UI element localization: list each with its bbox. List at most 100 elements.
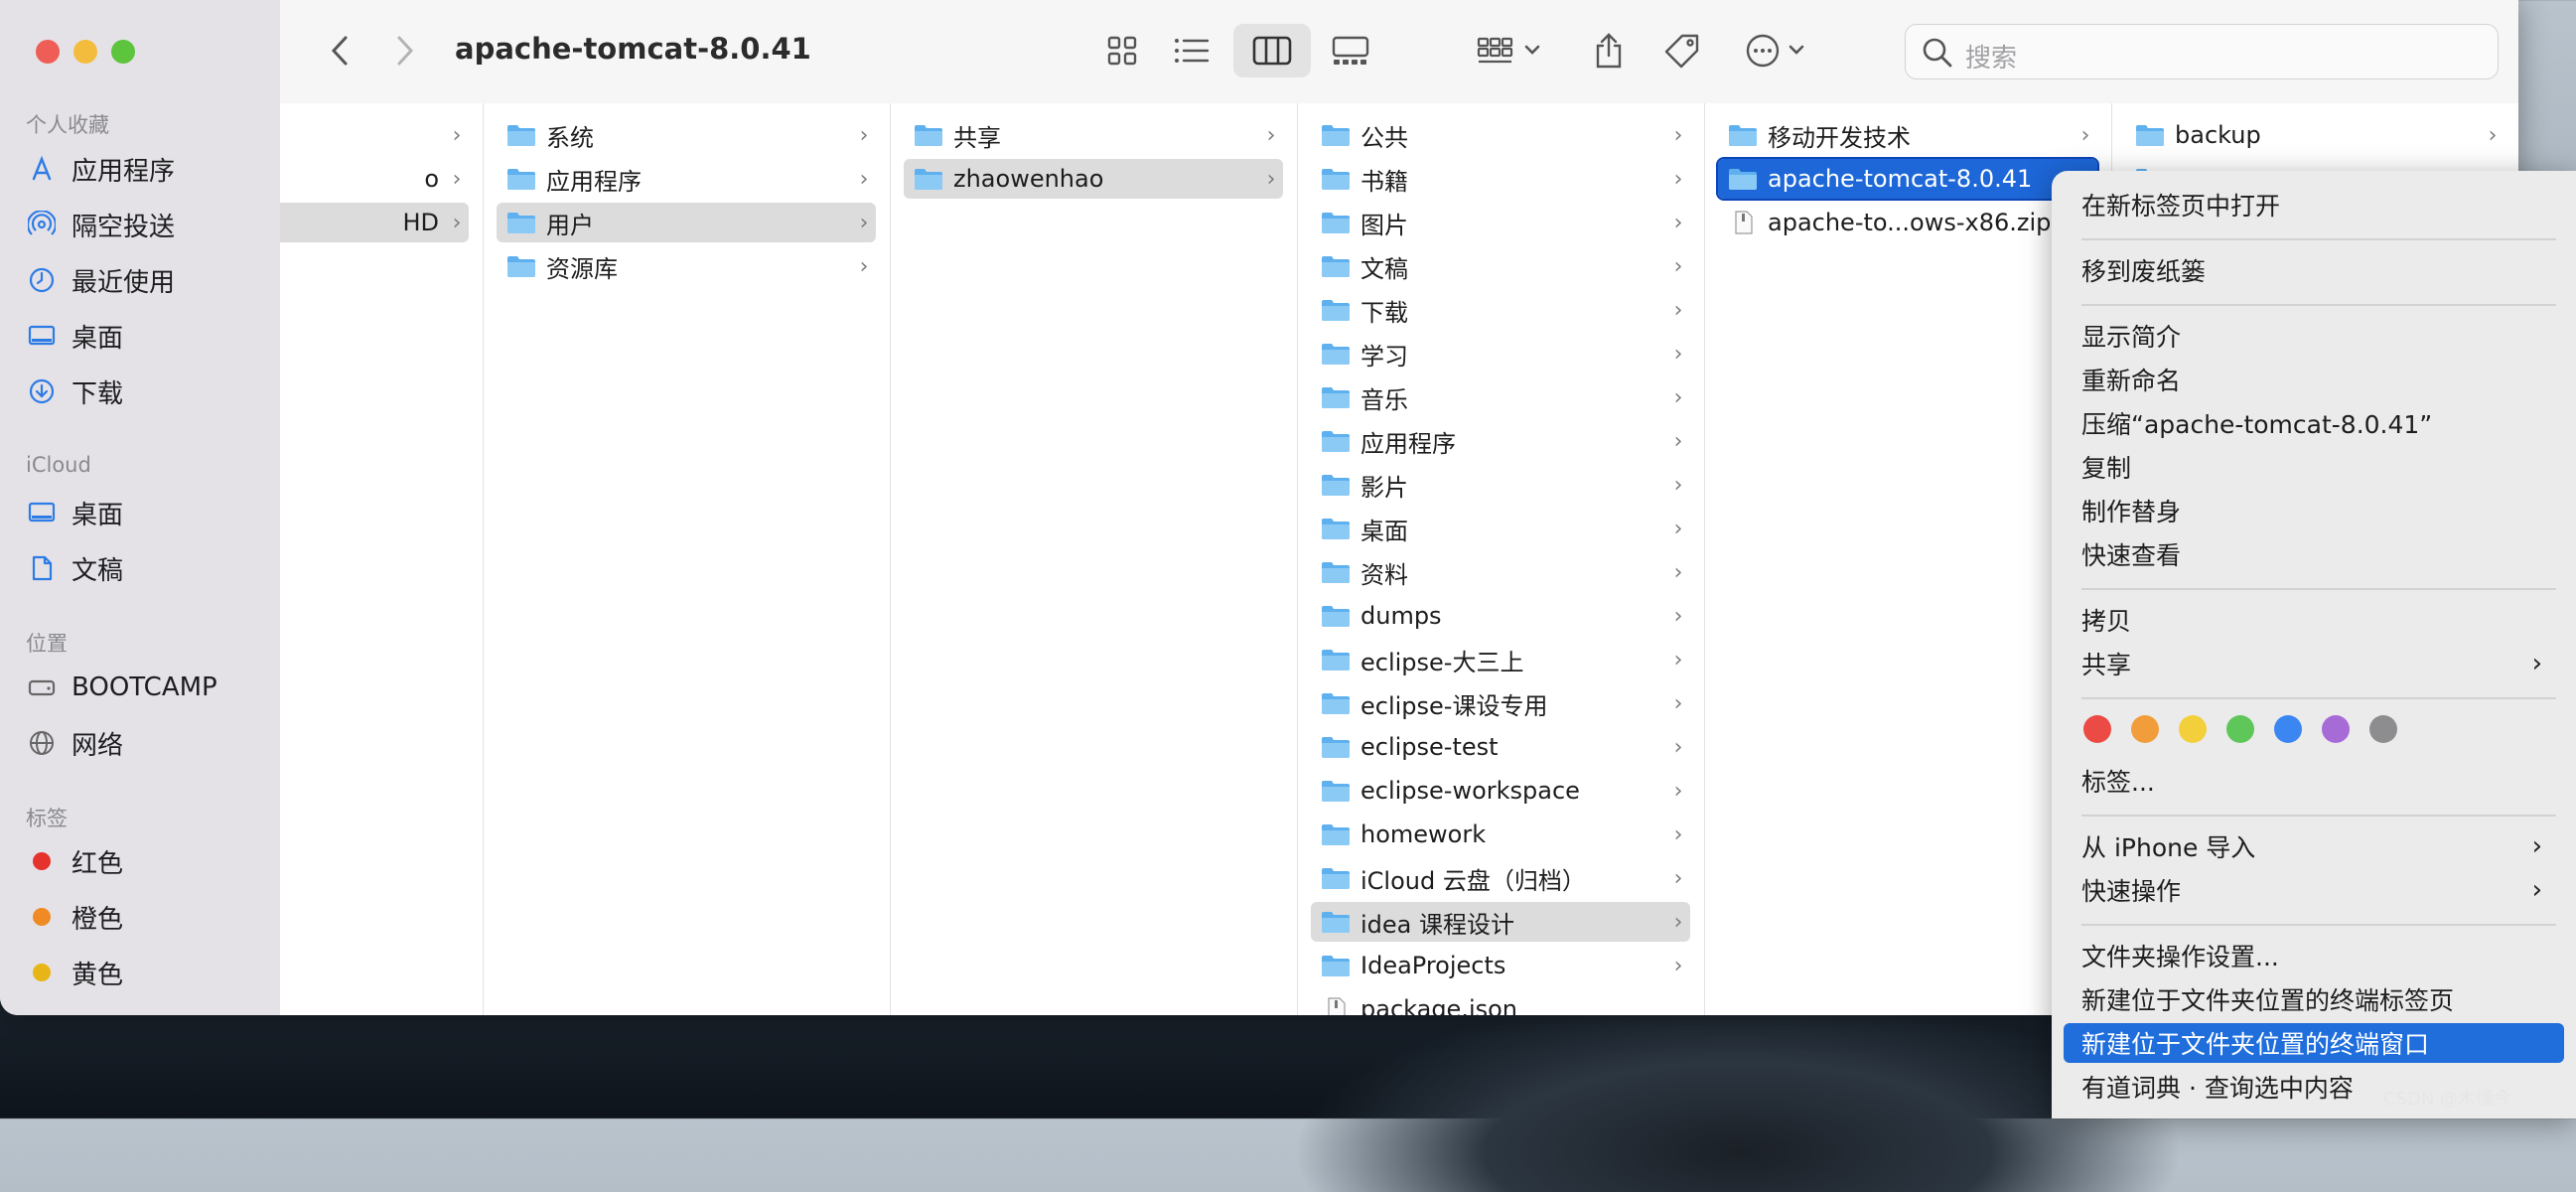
sidebar-item-favorites-3[interactable]: 桌面: [26, 314, 123, 358]
folder-row[interactable]: idea 课程设计 ›: [1311, 902, 1690, 942]
menu-item[interactable]: 重新命名: [2081, 360, 2556, 399]
folder-row[interactable]: iCloud 云盘（归档） ›: [1311, 858, 1690, 898]
folder-row[interactable]: 学习 ›: [1311, 334, 1690, 373]
folder-row[interactable]: 共享 ›: [904, 115, 1283, 155]
sidebar-item-label: 下载: [72, 378, 124, 409]
file-row[interactable]: apache-to...ows-x86.zip: [1718, 203, 2097, 242]
sidebar-item-favorites-1[interactable]: 隔空投送: [26, 203, 175, 246]
folder-row[interactable]: 下载 ›: [1311, 290, 1690, 330]
column-view-button[interactable]: [1233, 24, 1311, 77]
sidebar-item-tags-2[interactable]: 黄色: [26, 951, 123, 994]
menu-item[interactable]: 新建位于文件夹位置的终端窗口: [2064, 1023, 2564, 1063]
sidebar-item-favorites-4[interactable]: 下载: [26, 370, 123, 413]
menu-item[interactable]: 快速操作 ›: [2081, 870, 2556, 910]
menu-item[interactable]: 复制: [2081, 447, 2556, 487]
folder-row[interactable]: 音乐 ›: [1311, 377, 1690, 417]
sidebar-item-locations-1[interactable]: 网络: [26, 721, 123, 765]
folder-row[interactable]: homework ›: [1311, 815, 1690, 854]
sidebar-item-tags-0[interactable]: 红色: [26, 839, 123, 883]
chevron-left-icon: [331, 36, 348, 66]
folder-icon: [1322, 650, 1350, 670]
folder-icon: [507, 125, 535, 146]
sidebar: 个人收藏 应用程序 隔空投送 最近使用 桌面 下载 iCloud 桌面 文稿 位置 BOO…: [0, 0, 280, 1015]
file-row[interactable]: package.json: [1311, 989, 1690, 1015]
back-button[interactable]: [318, 24, 361, 77]
folder-row[interactable]: o ›: [280, 159, 469, 199]
menu-item[interactable]: 从 iPhone 导入 ›: [2081, 826, 2556, 866]
menu-item[interactable]: 文件夹操作设置...: [2081, 936, 2556, 975]
item-name: 应用程序: [546, 167, 642, 196]
folder-row[interactable]: 应用程序 ›: [497, 159, 876, 199]
tag-color-dot[interactable]: [2274, 715, 2302, 743]
search-field[interactable]: 搜索: [1905, 24, 2499, 79]
menu-item[interactable]: 共享 ›: [2081, 644, 2556, 683]
tag-color-dot[interactable]: [2131, 715, 2159, 743]
tag-color-dot[interactable]: [2083, 715, 2111, 743]
tag-icon: [1664, 34, 1699, 69]
menu-item[interactable]: 新建位于文件夹位置的终端标签页: [2081, 979, 2556, 1019]
chevron-right-icon: ›: [1673, 297, 1683, 323]
folder-row[interactable]: apache-tomcat-8.0.41: [1716, 157, 2099, 201]
menu-item[interactable]: 在新标签页中打开: [2081, 185, 2556, 224]
minimize-window-button[interactable]: [73, 40, 97, 64]
chevron-right-icon: ›: [1673, 647, 1683, 672]
folder-row[interactable]: dumps ›: [1311, 596, 1690, 636]
gallery-view-button[interactable]: [1323, 24, 1378, 77]
folder-row[interactable]: eclipse-课设专用 ›: [1311, 683, 1690, 723]
folder-row[interactable]: eclipse-test ›: [1311, 727, 1690, 767]
drive-icon: [26, 671, 58, 703]
share-button[interactable]: [1581, 24, 1637, 77]
tag-color-dot[interactable]: [2322, 715, 2350, 743]
item-name: 资源库: [546, 254, 618, 283]
menu-item[interactable]: 移到废纸篓: [2081, 250, 2556, 290]
menu-item[interactable]: 制作替身: [2081, 491, 2556, 530]
folder-row[interactable]: IdeaProjects ›: [1311, 946, 1690, 985]
folder-row[interactable]: eclipse-大三上 ›: [1311, 640, 1690, 679]
folder-row[interactable]: 影片 ›: [1311, 465, 1690, 505]
folder-row[interactable]: backup ›: [2125, 115, 2504, 155]
column-3: 公共 › 书籍 › 图片 › 文稿 › 下载 › 学习 › 音乐 › 应用程序 › 影片 › 桌面 › 资料 › dumps…: [1297, 103, 1705, 1015]
list-view-button[interactable]: [1164, 24, 1219, 77]
folder-row[interactable]: 桌面 ›: [1311, 509, 1690, 548]
group-button[interactable]: [1472, 24, 1551, 77]
folder-row[interactable]: zhaowenhao ›: [904, 159, 1283, 199]
folder-row[interactable]: eclipse-workspace ›: [1311, 771, 1690, 811]
sidebar-item-favorites-0[interactable]: 应用程序: [26, 147, 175, 191]
folder-row[interactable]: 资源库 ›: [497, 246, 876, 286]
menu-item[interactable]: 压缩“apache-tomcat-8.0.41”: [2081, 403, 2556, 443]
folder-row[interactable]: ›: [280, 115, 469, 155]
tag-color-dot[interactable]: [2179, 715, 2207, 743]
folder-icon: [1322, 781, 1350, 802]
folder-row[interactable]: 图片 ›: [1311, 203, 1690, 242]
icon-view-button[interactable]: [1094, 24, 1150, 77]
tag-color-dot[interactable]: [2369, 715, 2397, 743]
tag-color-dot[interactable]: [2226, 715, 2254, 743]
folder-row[interactable]: HD ›: [280, 203, 469, 242]
folder-row[interactable]: 系统 ›: [497, 115, 876, 155]
folder-row[interactable]: 书籍 ›: [1311, 159, 1690, 199]
folder-row[interactable]: 用户 ›: [497, 203, 876, 242]
more-icon: [1746, 34, 1804, 68]
sidebar-item-favorites-2[interactable]: 最近使用: [26, 258, 175, 302]
sidebar-item-tags-1[interactable]: 橙色: [26, 895, 123, 939]
folder-row[interactable]: 移动开发技术 ›: [1718, 115, 2097, 155]
menu-item[interactable]: 快速查看: [2081, 534, 2556, 574]
folder-row[interactable]: 文稿 ›: [1311, 246, 1690, 286]
folder-row[interactable]: 资料 ›: [1311, 552, 1690, 592]
tag-button[interactable]: [1654, 24, 1710, 77]
menu-item[interactable]: 显示简介: [2081, 316, 2556, 356]
folder-row[interactable]: 公共 ›: [1311, 115, 1690, 155]
folder-row[interactable]: 应用程序 ›: [1311, 421, 1690, 461]
sidebar-item-locations-0[interactable]: BOOTCAMP: [26, 666, 217, 709]
forward-button[interactable]: [383, 24, 427, 77]
close-window-button[interactable]: [36, 40, 60, 64]
action-button[interactable]: [1740, 24, 1819, 77]
zoom-window-button[interactable]: [111, 40, 135, 64]
airdrop-icon: [26, 209, 58, 240]
sidebar-item-icloud-1[interactable]: 文稿: [26, 546, 123, 590]
menu-item[interactable]: 拷贝: [2081, 600, 2556, 640]
column-0: › o › HD ›: [280, 103, 484, 1015]
sidebar-item-icloud-0[interactable]: 桌面: [26, 491, 123, 534]
menu-item[interactable]: 标签...: [2081, 761, 2556, 801]
folder-icon: [1322, 693, 1350, 714]
